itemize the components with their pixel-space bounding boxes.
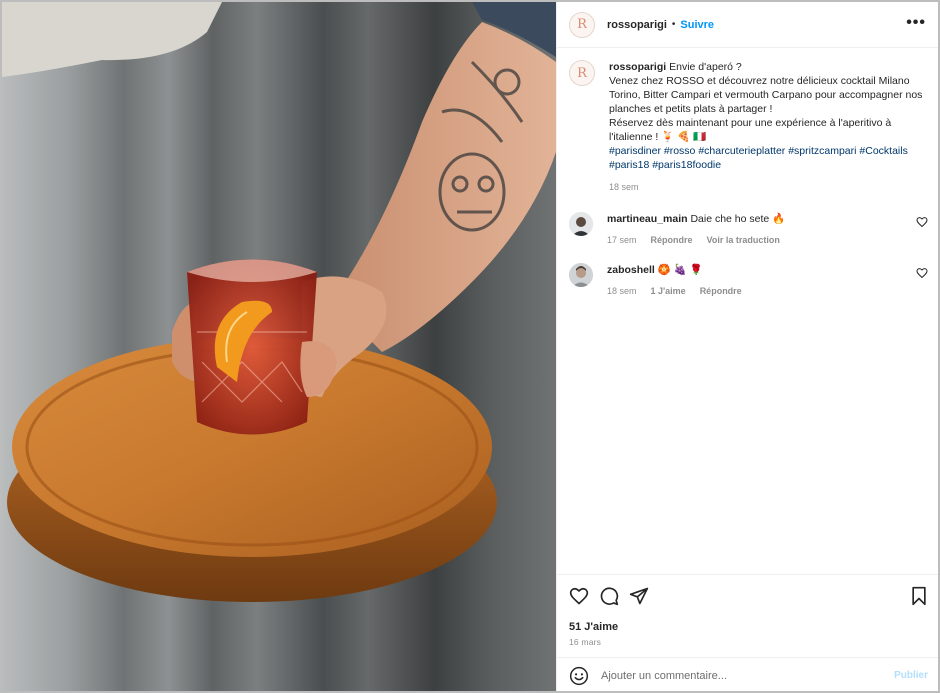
comment-body: zaboshell 🏵️ 🍇 🌹 18 sem 1 J'aime Répondr… (607, 263, 928, 298)
hashtag-link[interactable]: #paris18foodie (652, 159, 721, 171)
caption-username[interactable]: rossoparigi (609, 61, 666, 73)
comment-time[interactable]: 17 sem (607, 233, 637, 247)
commenter-avatar[interactable] (569, 212, 593, 236)
comment-body: martineau_main Daie che ho sete 🔥 17 sem… (607, 212, 928, 247)
comment-meta: 17 sem Répondre Voir la traduction (607, 233, 928, 247)
caption-line-3: Réservez dès maintenant pour une expérie… (609, 117, 892, 143)
cocktail-photo-illustration (2, 2, 556, 602)
comment-username[interactable]: martineau_main (607, 213, 688, 225)
post-date[interactable]: 16 mars (569, 637, 928, 647)
instagram-post-window: R rossoparigi • Suivre ••• R rossoparigi… (0, 0, 940, 693)
hashtag-link[interactable]: #paris18 (609, 159, 649, 171)
comments-section: R rossoparigi Envie d'aperó ? Venez chez… (557, 48, 938, 298)
likes-count[interactable]: 51 J'aime (569, 621, 928, 633)
caption-body: rossoparigi Envie d'aperó ? Venez chez R… (609, 60, 928, 194)
hashtag-link[interactable]: #spritzcampari (788, 145, 856, 157)
comment-username[interactable]: zaboshell (607, 264, 655, 276)
commenter-avatar[interactable] (569, 263, 593, 287)
reply-button[interactable]: Répondre (700, 284, 742, 298)
hashtags: #parisdiner #rosso #charcuterieplatter #… (609, 144, 928, 172)
caption-avatar[interactable]: R (569, 60, 595, 86)
post-header: R rossoparigi • Suivre ••• (557, 2, 938, 48)
account-username[interactable]: rossoparigi (607, 19, 667, 31)
comment-heart-icon[interactable] (916, 216, 928, 228)
comment-meta: 18 sem 1 J'aime Répondre (607, 284, 928, 298)
hashtag-link[interactable]: #parisdiner (609, 145, 661, 157)
caption-time[interactable]: 18 sem (609, 180, 639, 194)
heart-icon[interactable] (569, 586, 589, 606)
action-bar: 51 J'aime 16 mars (557, 574, 938, 647)
share-icon[interactable] (629, 586, 649, 606)
translate-button[interactable]: Voir la traduction (707, 233, 780, 247)
comment-time[interactable]: 18 sem (607, 284, 637, 298)
caption: R rossoparigi Envie d'aperó ? Venez chez… (569, 60, 928, 194)
comment-item: martineau_main Daie che ho sete 🔥 17 sem… (569, 212, 928, 247)
account-avatar[interactable]: R (569, 11, 595, 38)
bookmark-icon[interactable] (910, 586, 928, 606)
hashtag-link[interactable]: #rosso (664, 145, 696, 157)
comment-text: Daie che ho sete 🔥 (690, 213, 786, 225)
hashtag-link[interactable]: #charcuterieplatter (698, 145, 785, 157)
comment-likes[interactable]: 1 J'aime (651, 284, 686, 298)
caption-line-1: Envie d'aperó ? (669, 61, 742, 73)
hashtag-link[interactable]: #Cocktails (859, 145, 907, 157)
caption-meta: 18 sem (609, 180, 928, 194)
follow-button[interactable]: Suivre (680, 19, 714, 31)
action-icons (569, 585, 928, 607)
more-icon[interactable]: ••• (906, 15, 926, 31)
comment-icon[interactable] (599, 586, 619, 606)
emoji-icon[interactable] (569, 666, 589, 686)
comment-item: zaboshell 🏵️ 🍇 🌹 18 sem 1 J'aime Répondr… (569, 263, 928, 298)
comment-input[interactable] (601, 669, 895, 682)
post-photo[interactable] (2, 2, 556, 691)
reply-button[interactable]: Répondre (651, 233, 693, 247)
comment-heart-icon[interactable] (916, 267, 928, 279)
comment-text: 🏵️ 🍇 🌹 (657, 264, 703, 276)
separator-dot: • (671, 19, 676, 30)
publish-button[interactable]: Publier (894, 670, 928, 681)
caption-line-2: Venez chez ROSSO et découvrez notre déli… (609, 75, 923, 115)
add-comment-bar: Publier (557, 657, 938, 691)
post-side-panel: R rossoparigi • Suivre ••• R rossoparigi… (556, 2, 938, 691)
